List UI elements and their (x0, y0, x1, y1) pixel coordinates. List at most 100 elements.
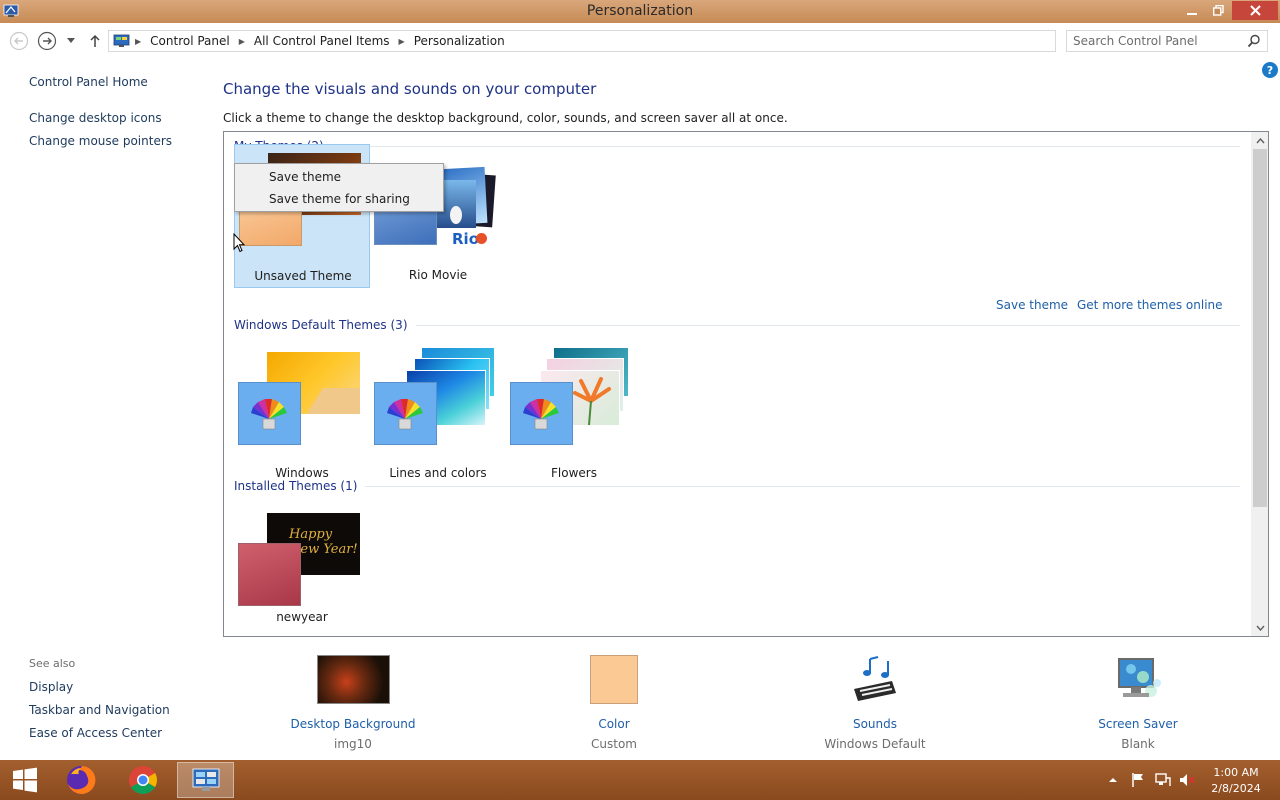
vertical-scrollbar[interactable] (1251, 132, 1268, 636)
windows-theme-color-thumb (238, 382, 301, 445)
breadcrumb-separator-icon[interactable]: ▶ (135, 37, 141, 46)
sounds-value: Windows Default (824, 737, 926, 751)
recent-pages-button[interactable] (63, 31, 79, 51)
screen-saver-tile[interactable]: Screen Saver Blank (1058, 655, 1218, 751)
desktop-background-thumb (316, 655, 390, 704)
taskbar: 1:00 AM 2/8/2024 (0, 760, 1280, 800)
forward-button[interactable] (37, 31, 57, 51)
theme-rio-movie-label: Rio Movie (408, 268, 468, 282)
control-panel-home-link[interactable]: Control Panel Home (29, 75, 148, 89)
color-palette-icon (387, 399, 423, 430)
title-bar: Personalization (0, 0, 1280, 23)
volume-muted-icon[interactable] (1178, 772, 1196, 788)
restore-button[interactable] (1206, 1, 1230, 20)
color-palette-icon (523, 399, 559, 430)
scroll-down-button[interactable] (1251, 619, 1268, 636)
change-mouse-pointers-link[interactable]: Change mouse pointers (29, 134, 172, 148)
up-button[interactable] (85, 31, 105, 51)
minimize-button[interactable] (1180, 1, 1204, 20)
close-button[interactable] (1232, 1, 1278, 20)
group-installed-themes[interactable]: Installed Themes (1) (234, 479, 1240, 493)
mouse-cursor-icon (233, 233, 246, 253)
context-save-theme-for-sharing[interactable]: Save theme for sharing (236, 188, 442, 210)
desktop-background-value: img10 (334, 737, 372, 751)
group-divider (365, 485, 1240, 487)
taskbar-clock[interactable]: 1:00 AM 2/8/2024 (1200, 765, 1272, 797)
get-more-themes-link[interactable]: Get more themes online (1077, 298, 1223, 312)
screen-saver-icon (1118, 658, 1161, 697)
breadcrumb-control-panel[interactable]: Control Panel (150, 34, 230, 48)
theme-flowers-label: Flowers (551, 466, 597, 480)
taskbar-firefox[interactable] (56, 760, 106, 800)
page-title: Change the visuals and sounds on your co… (223, 80, 597, 98)
back-button[interactable] (9, 31, 29, 51)
color-swatch (590, 655, 638, 704)
action-center-flag-icon[interactable] (1130, 772, 1146, 788)
newyear-theme-color-thumb (238, 543, 301, 606)
address-bar: ▶ Control Panel ▶ All Control Panel Item… (0, 23, 1280, 59)
display-link[interactable]: Display (29, 680, 73, 694)
breadcrumb-separator-icon[interactable]: ▶ (399, 37, 405, 46)
color-tile[interactable]: Color Custom (534, 655, 694, 751)
chevron-up-icon (1255, 137, 1265, 143)
taskbar-navigation-link[interactable]: Taskbar and Navigation (29, 703, 170, 717)
clock-time: 1:00 AM (1213, 766, 1259, 779)
rio-logo-dot (476, 233, 487, 244)
page-subtitle: Click a theme to change the desktop back… (223, 111, 788, 125)
breadcrumb-separator-icon[interactable]: ▶ (239, 37, 245, 46)
search-box[interactable] (1066, 30, 1268, 52)
context-save-theme[interactable]: Save theme (236, 166, 442, 188)
theme-newyear[interactable]: Happy New Year! newyear (234, 505, 370, 636)
theme-flowers[interactable]: Flowers (506, 344, 642, 488)
chevron-down-icon (67, 38, 75, 43)
ease-of-access-link[interactable]: Ease of Access Center (29, 726, 162, 740)
color-link[interactable]: Color (534, 717, 694, 731)
show-hidden-icons[interactable] (1108, 776, 1118, 784)
restore-icon (1212, 5, 1224, 16)
up-arrow-icon (90, 34, 100, 47)
theme-unsaved-label: Unsaved Theme (254, 269, 352, 283)
help-icon[interactable]: ? (1262, 62, 1278, 78)
group-installed-themes-label: Installed Themes (1) (234, 479, 358, 493)
network-icon[interactable] (1154, 772, 1172, 788)
sounds-icon (854, 656, 896, 701)
scroll-up-button[interactable] (1251, 132, 1268, 149)
search-icon[interactable] (1247, 34, 1261, 48)
theme-lines-and-colors-label: Lines and colors (389, 466, 487, 480)
search-input[interactable] (1073, 33, 1243, 49)
theme-windows[interactable]: Windows (234, 344, 370, 488)
window-title: Personalization (586, 3, 694, 19)
change-desktop-icons-link[interactable]: Change desktop icons (29, 111, 162, 125)
color-palette-icon (251, 399, 287, 430)
save-theme-link[interactable]: Save theme (996, 298, 1068, 312)
chrome-icon (129, 766, 157, 794)
theme-lines-and-colors[interactable]: Lines and colors (370, 344, 506, 488)
sounds-tile[interactable]: Sounds Windows Default (795, 655, 955, 751)
color-value: Custom (591, 737, 637, 751)
taskbar-control-panel[interactable] (177, 762, 234, 798)
scroll-thumb[interactable] (1253, 149, 1267, 507)
see-also-heading: See also (29, 657, 76, 670)
taskbar-chrome[interactable] (118, 760, 168, 800)
breadcrumb-all-items[interactable]: All Control Panel Items (254, 34, 390, 48)
screen-saver-link[interactable]: Screen Saver (1058, 717, 1218, 731)
rio-bird-thumb (450, 206, 462, 224)
desktop-background-tile[interactable]: Desktop Background img10 (273, 655, 433, 751)
firefox-icon (67, 765, 96, 794)
theme-windows-label: Windows (275, 466, 329, 480)
windows-thumb-fold (307, 388, 360, 414)
control-panel-icon (192, 768, 219, 791)
group-default-themes[interactable]: Windows Default Themes (3) (234, 318, 1240, 332)
sounds-link[interactable]: Sounds (795, 717, 955, 731)
desktop-background-link[interactable]: Desktop Background (273, 717, 433, 731)
close-icon (1249, 5, 1261, 16)
start-button[interactable] (0, 760, 50, 800)
group-divider (415, 324, 1240, 326)
control-panel-icon (113, 34, 130, 47)
breadcrumb[interactable]: ▶ Control Panel ▶ All Control Panel Item… (108, 30, 1154, 52)
forward-icon (37, 31, 57, 51)
lines-theme-color-thumb (374, 382, 437, 445)
rio-logo-thumb: Rio (452, 230, 479, 248)
breadcrumb-personalization[interactable]: Personalization (414, 34, 505, 48)
flowers-theme-color-thumb (510, 382, 573, 445)
